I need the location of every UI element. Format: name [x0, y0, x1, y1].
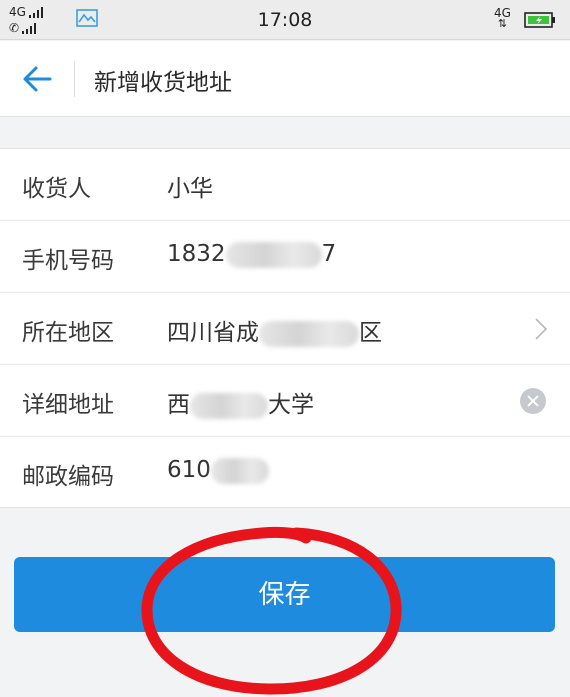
data-arrows-icon: ⇅ — [497, 17, 508, 30]
recipient-row[interactable]: 收货人 小华 — [0, 149, 570, 221]
phone-row[interactable]: 手机号码 1832 7 — [0, 221, 570, 293]
redaction-blur — [225, 241, 322, 268]
postal-code-row[interactable]: 邮政编码 610 — [0, 437, 570, 509]
clock: 17:08 — [257, 9, 313, 31]
postal-code-input[interactable]: 610 — [167, 457, 269, 484]
recipient-label: 收货人 — [22, 176, 91, 202]
recipient-input[interactable]: 小华 — [167, 169, 213, 203]
header-divider — [74, 61, 75, 97]
region-row[interactable]: 所在地区 四川省成区 — [0, 293, 570, 365]
chevron-right-icon — [535, 318, 548, 340]
address-form: 收货人 小华 手机号码 1832 7 所在地区 四川省成区 详细地址 西大学 邮政… — [0, 148, 570, 508]
phone-label: 手机号码 — [22, 248, 114, 274]
page-title: 新增收货地址 — [94, 70, 232, 96]
region-label: 所在地区 — [22, 320, 114, 346]
address-detail-row[interactable]: 详细地址 西大学 — [0, 365, 570, 437]
redaction-blur — [210, 457, 269, 484]
address-detail-label: 详细地址 — [22, 392, 114, 418]
redaction-blur — [259, 320, 359, 347]
postal-code-label: 邮政编码 — [22, 464, 114, 490]
phone-input[interactable]: 1832 7 — [167, 241, 336, 268]
status-bar: 4G ✆ 17:08 4G ⇅ — [0, 0, 570, 40]
address-detail-input[interactable]: 西大学 — [167, 385, 314, 419]
region-select[interactable]: 四川省成区 — [167, 313, 382, 347]
redaction-blur — [190, 392, 268, 419]
back-arrow-icon[interactable] — [20, 61, 56, 97]
app-header: 新增收货地址 — [0, 41, 570, 117]
battery-icon — [524, 12, 555, 28]
data-network-indicator: 4G ⇅ — [494, 6, 511, 30]
clear-input-icon[interactable] — [520, 388, 546, 414]
save-button[interactable]: 保存 — [14, 557, 555, 632]
